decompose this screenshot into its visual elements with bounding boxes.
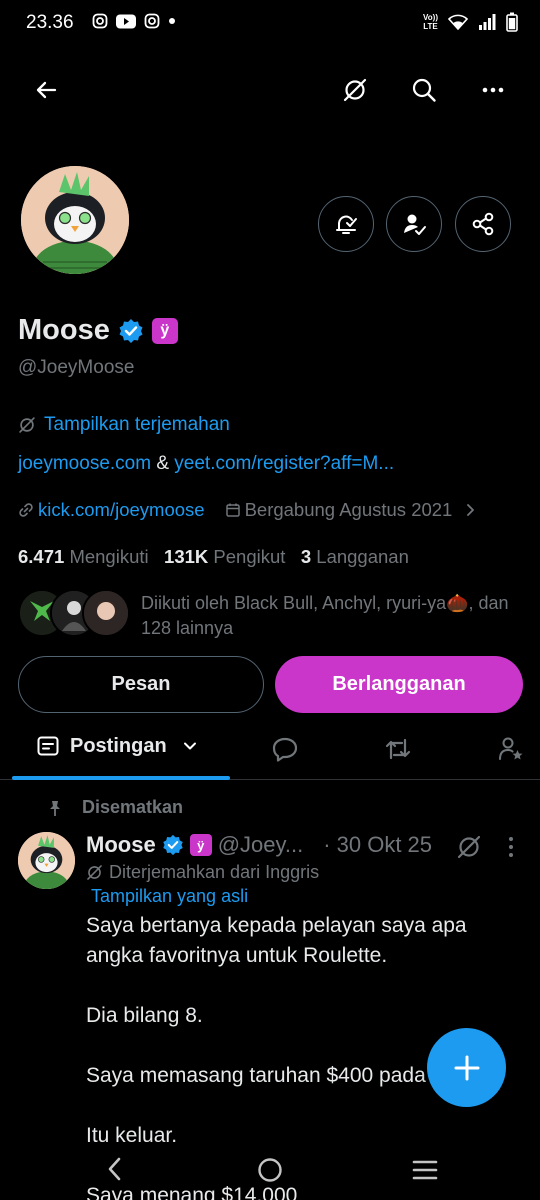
followed-by-avatars[interactable] — [18, 589, 130, 639]
followed-by-text[interactable]: Diikuti oleh Black Bull, Anchyl, ryuri-y… — [141, 591, 521, 641]
calendar-icon — [225, 503, 240, 517]
kick-link[interactable]: kick.com/joeymoose — [38, 499, 205, 521]
chevron-left-icon — [108, 1157, 121, 1181]
post-paragraph: Saya bertanya kepada pelayan saya apa an… — [86, 914, 467, 967]
plus-icon — [454, 1055, 479, 1080]
nav-home-button[interactable] — [257, 1157, 283, 1183]
followers-stat[interactable]: 131K Pengikut — [164, 546, 285, 567]
link-icon — [19, 503, 33, 517]
following-button[interactable] — [386, 196, 442, 252]
subscription-badge-icon: ÿ — [189, 834, 212, 856]
share-button[interactable] — [455, 196, 511, 252]
message-button[interactable]: Pesan — [18, 656, 264, 713]
nav-back-button[interactable] — [104, 1156, 126, 1182]
joined-date: Bergabung Agustus 2021 — [244, 499, 453, 520]
status-time: 23.36 — [26, 12, 74, 33]
post-avatar[interactable] — [18, 832, 75, 889]
post-author-name[interactable]: Moose — [86, 832, 156, 858]
bio-link-1[interactable]: joeymoose.com — [18, 453, 151, 474]
system-icons: Vo)) LTE — [423, 12, 518, 32]
notification-icons — [92, 13, 176, 29]
translate-bio-label: Tampilkan terjemahan — [44, 414, 230, 435]
person-check-icon — [404, 214, 426, 235]
search-icon — [412, 78, 436, 102]
instagram-icon — [144, 13, 160, 29]
bell-check-icon — [336, 215, 357, 234]
post-paragraph: Dia bilang 8. — [86, 1004, 203, 1027]
post-author-handle[interactable]: @Joey... — [218, 832, 304, 858]
signal-icon — [479, 14, 496, 30]
back-button[interactable] — [24, 68, 68, 112]
verified-badge-icon — [162, 834, 183, 856]
youtube-icon — [116, 14, 136, 28]
profile-tabs: Postingan — [0, 722, 540, 780]
search-button[interactable] — [402, 68, 446, 112]
more-horizontal-icon — [482, 87, 504, 93]
following-stat[interactable]: 6.471 Mengikuti — [18, 546, 149, 567]
battery-icon — [506, 12, 518, 32]
more-vertical-icon — [509, 837, 513, 857]
post-more-button[interactable] — [502, 836, 520, 858]
wifi-icon — [448, 14, 468, 30]
bio-links: joeymoose.com & yeet.com/register?aff=M.… — [18, 453, 394, 475]
repost-icon — [385, 738, 411, 760]
instagram-icon — [92, 13, 108, 29]
compose-post-button[interactable] — [427, 1028, 506, 1107]
post-grok-button[interactable] — [456, 834, 482, 860]
profile-name-text: Moose — [18, 314, 110, 346]
bio-link-2[interactable]: yeet.com/register?aff=M... — [174, 453, 394, 474]
nav-recents-button[interactable] — [412, 1159, 438, 1181]
tab-posts[interactable]: Postingan — [36, 734, 199, 758]
reply-icon — [272, 737, 298, 762]
grok-icon — [343, 78, 367, 102]
dot-icon — [169, 18, 175, 24]
arrow-left-icon — [36, 81, 57, 99]
chevron-right-icon — [467, 504, 475, 516]
tab-replies[interactable] — [270, 734, 300, 764]
post-translated-from: Diterjemahkan dari Inggris — [86, 862, 319, 883]
grok-icon — [457, 835, 481, 859]
tab-active-indicator — [12, 776, 230, 780]
tab-posts-label: Postingan — [70, 734, 167, 757]
grok-icon — [19, 417, 35, 433]
post-date[interactable]: · 30 Okt 25 — [323, 832, 432, 858]
follower-avatar — [82, 589, 130, 637]
post-header: Moose ÿ @Joey... · 30 Okt 25 — [86, 832, 432, 858]
profile-handle: @JoeyMoose — [18, 357, 135, 378]
tab-subscriptions[interactable] — [496, 734, 526, 764]
system-nav-bar — [0, 1142, 540, 1200]
notify-button[interactable] — [318, 196, 374, 252]
subscriptions-stat[interactable]: 3 Langganan — [301, 546, 409, 567]
profile-avatar[interactable] — [18, 163, 132, 277]
profile-name: Moose ÿ — [18, 314, 178, 347]
menu-lines-icon — [412, 1160, 438, 1180]
person-star-icon — [499, 737, 523, 760]
pinned-label: Disematkan — [46, 797, 183, 818]
tab-reposts[interactable] — [383, 734, 413, 764]
network-label: LTE — [423, 22, 438, 31]
share-icon — [472, 212, 494, 236]
volte-icon: Vo)) LTE — [423, 13, 438, 31]
subscribe-button[interactable]: Berlangganan — [275, 656, 523, 713]
show-original-link[interactable]: Tampilkan yang asli — [91, 886, 248, 907]
verified-badge-icon[interactable] — [118, 318, 144, 344]
profile-meta: kick.com/joeymoose Bergabung Agustus 202… — [18, 499, 478, 521]
home-circle-icon — [258, 1158, 282, 1182]
profile-stats: 6.471 Mengikuti 131K Pengikut 3 Langgana… — [18, 546, 409, 568]
more-button[interactable] — [471, 68, 515, 112]
subscription-badge-icon[interactable]: ÿ — [151, 317, 178, 344]
bio-link-separator: & — [151, 453, 175, 474]
chevron-down-icon — [183, 742, 196, 750]
pin-icon — [50, 800, 60, 816]
post-translated-from-text: Diterjemahkan dari Inggris — [109, 862, 320, 882]
grok-icon — [87, 865, 102, 880]
grok-translate-button[interactable] — [333, 68, 377, 112]
posts-icon — [37, 736, 59, 756]
translate-bio-link[interactable]: Tampilkan terjemahan — [18, 414, 230, 436]
pinned-label-text: Disematkan — [82, 797, 184, 817]
